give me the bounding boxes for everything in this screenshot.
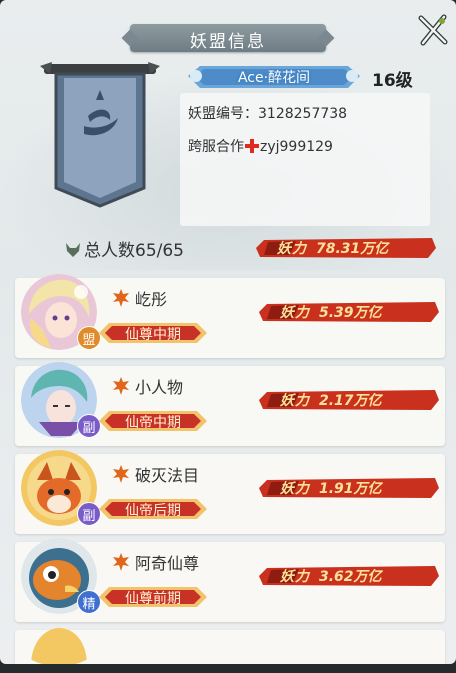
member-name: 小人物 xyxy=(135,378,184,397)
power-label: 妖力 xyxy=(277,241,307,257)
alliance-id-label: 妖盟编号： xyxy=(188,106,258,122)
page-title: 妖盟信息 xyxy=(190,32,266,52)
maple-leaf-icon xyxy=(113,289,129,307)
power-value: 1.91万亿 xyxy=(319,481,382,497)
alliance-id-value: 3128257738 xyxy=(258,106,348,122)
maple-leaf-icon xyxy=(113,465,129,483)
alliance-id-row: 妖盟编号：3128257738 xyxy=(188,103,347,123)
rank-text: 仙尊中期 xyxy=(125,327,181,343)
role-badge: 副 xyxy=(77,502,101,526)
red-plus-icon xyxy=(245,139,259,153)
member-name-row: 小人物 xyxy=(111,374,183,398)
member-card[interactable]: 副 小人物 仙帝中期 妖力 2.17万亿 xyxy=(15,362,445,446)
cross-server-value[interactable]: zyj999129 xyxy=(260,139,333,155)
total-members: 总人数65/65 xyxy=(64,236,184,261)
member-power-banner: 妖力 3.62万亿 xyxy=(259,564,441,588)
close-icon xyxy=(418,14,448,46)
power-label: 妖力 xyxy=(280,393,310,409)
alliance-name: Ace·醉花间 xyxy=(237,70,311,86)
member-name: 屹彤 xyxy=(135,290,168,309)
alliance-info-box: 妖盟编号：3128257738 跨服合作 zyj999129 xyxy=(180,93,430,226)
member-power-banner: 妖力 2.17万亿 xyxy=(259,388,441,412)
title-banner: 妖盟信息 xyxy=(130,24,326,52)
avatar xyxy=(21,626,97,664)
cross-server-row: 跨服合作 zyj999129 xyxy=(188,136,333,156)
member-name: 阿奇仙尊 xyxy=(135,554,200,573)
maple-leaf-icon xyxy=(113,553,129,571)
power-value: 78.31万亿 xyxy=(316,241,389,257)
member-power-banner: 妖力 5.39万亿 xyxy=(259,300,441,324)
alliance-level: 16级 xyxy=(372,71,413,91)
power-value: 3.62万亿 xyxy=(319,569,382,585)
close-button[interactable] xyxy=(412,10,452,50)
power-label: 妖力 xyxy=(280,305,310,321)
rank-banner: 仙帝后期 xyxy=(99,496,207,522)
member-name-row: 破灭法目 xyxy=(111,462,199,486)
member-power-banner: 妖力 1.91万亿 xyxy=(259,476,441,500)
power-label: 妖力 xyxy=(280,569,310,585)
rank-text: 仙帝后期 xyxy=(125,503,181,519)
role-badge: 精 xyxy=(77,590,101,614)
total-label: 总人数 xyxy=(84,241,135,261)
total-power-banner: 妖力 78.31万亿 xyxy=(256,236,438,260)
member-name-row: 阿奇仙尊 xyxy=(111,550,199,574)
alliance-flag xyxy=(40,60,160,210)
member-card-partial[interactable] xyxy=(15,628,445,664)
member-card[interactable]: 盟 屹彤 仙尊中期 妖力 5.39万亿 xyxy=(15,274,445,358)
bottom-bar xyxy=(0,664,456,673)
member-card[interactable]: 副 破灭法目 仙帝后期 妖力 1.91万亿 xyxy=(15,450,445,534)
alliance-name-ribbon: Ace·醉花间 xyxy=(186,60,362,92)
rank-text: 仙尊前期 xyxy=(125,591,181,607)
flag-emblem-icon xyxy=(40,62,160,208)
power-value: 5.39万亿 xyxy=(319,305,382,321)
member-name-row: 屹彤 xyxy=(111,286,167,310)
avatar-portrait-icon xyxy=(31,628,87,664)
fox-head-icon xyxy=(66,243,80,257)
total-value: 65/65 xyxy=(135,241,184,261)
rank-banner: 仙尊中期 xyxy=(99,320,207,346)
rank-banner: 仙帝中期 xyxy=(99,408,207,434)
role-badge: 盟 xyxy=(77,326,101,350)
rank-text: 仙帝中期 xyxy=(125,415,181,431)
member-name: 破灭法目 xyxy=(135,466,200,485)
rank-banner: 仙尊前期 xyxy=(99,584,207,610)
power-label: 妖力 xyxy=(280,481,310,497)
power-value: 2.17万亿 xyxy=(319,393,382,409)
cross-server-label: 跨服合作 xyxy=(188,139,244,155)
alliance-info-panel: 妖盟信息 Ace·醉花间 16级 妖盟编号：3128257738 跨服合作 zy… xyxy=(0,0,456,664)
role-badge: 副 xyxy=(77,414,101,438)
member-card[interactable]: 精 阿奇仙尊 仙尊前期 妖力 3.62万亿 xyxy=(15,538,445,622)
maple-leaf-icon xyxy=(113,377,129,395)
